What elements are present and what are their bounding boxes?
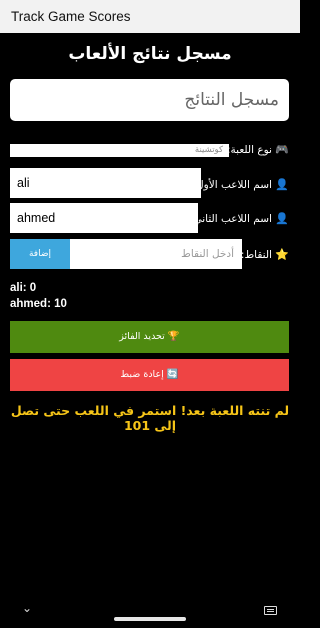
player2-name-input[interactable]: ahmed xyxy=(10,203,198,233)
points-label: النقاط: xyxy=(240,249,272,261)
points-input[interactable]: أدخل النقاط xyxy=(181,239,234,269)
player1-label: اسم اللاعب الأول: xyxy=(192,179,272,191)
player1-name-value: ali xyxy=(17,176,30,190)
user-icon: 👤 xyxy=(275,178,289,191)
player2-label: اسم اللاعب الثاني: xyxy=(189,213,272,225)
player1-name-input[interactable]: ali xyxy=(10,168,201,198)
player2-name-value: ahmed xyxy=(17,211,56,225)
score-line-player1: ali: 0 xyxy=(10,282,37,294)
game-controller-icon: 🎮 xyxy=(275,143,289,156)
results-display-text: مسجل النتائج xyxy=(184,90,279,110)
reset-button[interactable]: 🔄 إعادة ضبط xyxy=(10,359,289,391)
game-status-message: لم تنته اللعبة بعد! استمر في اللعب حتى ت… xyxy=(10,403,290,433)
game-type-value: كوتشينة xyxy=(194,145,223,155)
score-line-player2: ahmed: 10 xyxy=(10,298,67,310)
player1-label-row: 👤 اسم اللاعب الأول: xyxy=(192,178,289,191)
user-icon: 👤 xyxy=(275,212,289,225)
determine-winner-button[interactable]: 🏆 تحديد الفائز xyxy=(10,321,289,353)
points-field: إضافة أدخل النقاط xyxy=(10,239,242,269)
results-display: مسجل النتائج xyxy=(10,79,289,121)
points-label-row: ⭐ النقاط: xyxy=(241,248,289,261)
app-bar: Track Game Scores xyxy=(0,0,300,33)
page-title: مسجل نتائج الألعاب xyxy=(68,44,232,64)
player2-label-row: 👤 اسم اللاعب الثاني: xyxy=(190,212,289,225)
chevron-down-icon[interactable]: ⌄ xyxy=(22,601,32,615)
app-title: Track Game Scores xyxy=(11,9,131,24)
star-icon: ⭐ xyxy=(275,248,289,261)
add-points-button[interactable]: إضافة xyxy=(10,239,70,269)
game-type-select[interactable]: كوتشينة xyxy=(10,144,229,157)
game-type-label-row: 🎮 نوع اللعبة: xyxy=(227,143,289,156)
system-nav-bar: ⌄ xyxy=(0,596,300,628)
game-type-label: نوع اللعبة: xyxy=(227,144,272,156)
home-gesture-handle[interactable] xyxy=(114,617,186,621)
keyboard-icon[interactable] xyxy=(264,606,277,615)
